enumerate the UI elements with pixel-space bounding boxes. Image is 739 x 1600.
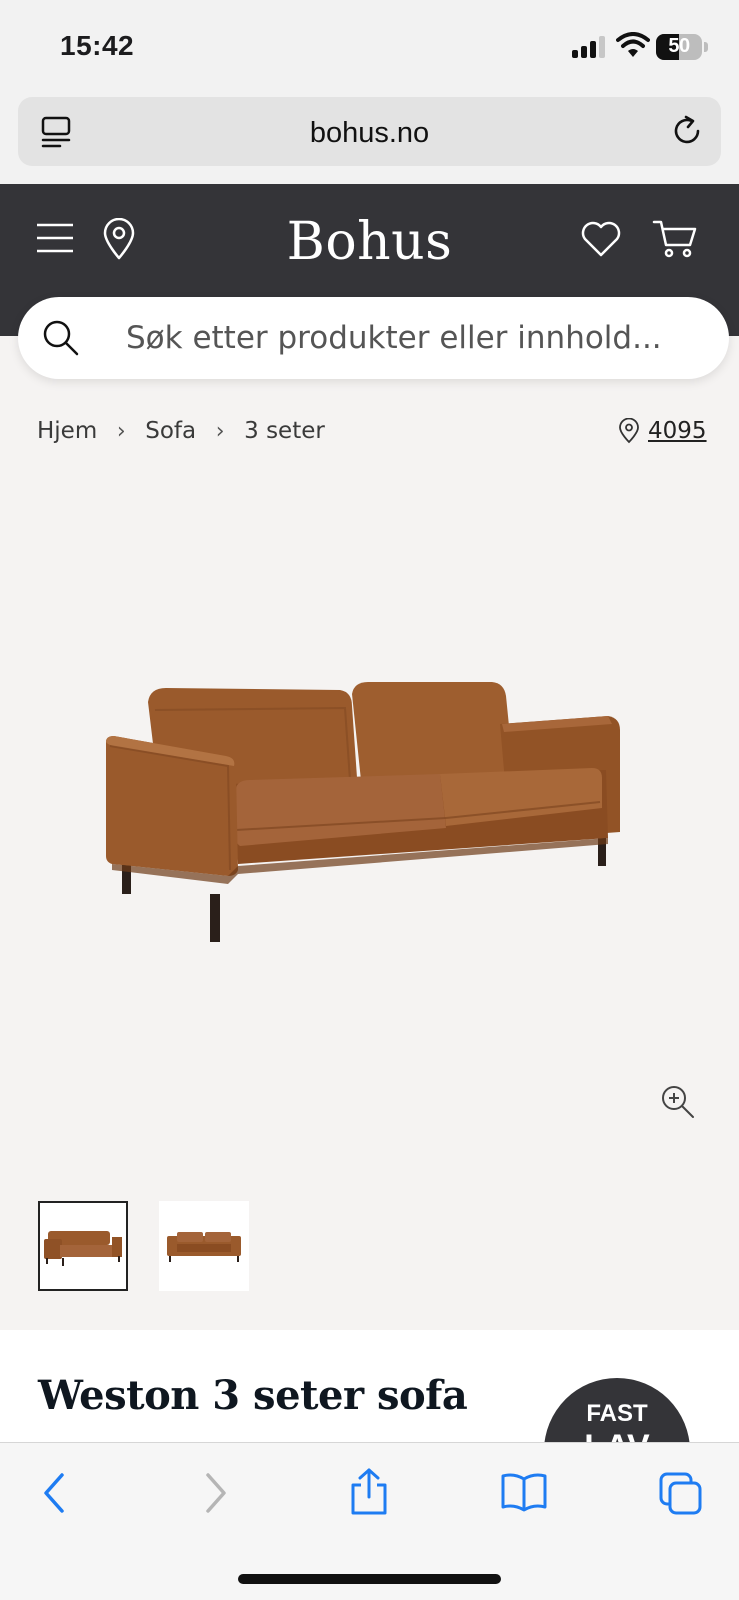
location-pin-icon xyxy=(619,418,639,444)
battery-percent: 50 xyxy=(668,35,690,57)
reload-icon[interactable] xyxy=(669,113,705,149)
status-time: 15:42 xyxy=(60,30,135,61)
cart-icon[interactable] xyxy=(652,218,698,260)
wifi-icon xyxy=(616,32,650,57)
sofa-thumbnail-image xyxy=(44,1231,122,1266)
browser-url-area: bohus.no xyxy=(0,92,739,184)
address-bar[interactable]: bohus.no xyxy=(18,97,721,166)
status-bar: 15:42 50 xyxy=(0,0,739,92)
search-input[interactable] xyxy=(126,311,706,365)
chevron-right-icon: › xyxy=(116,418,126,444)
forward-icon[interactable] xyxy=(198,1471,232,1515)
product-title: Weston 3 seter sofa xyxy=(38,1372,468,1419)
back-icon[interactable] xyxy=(38,1471,72,1515)
thumbnail-1[interactable] xyxy=(38,1201,128,1291)
store-code[interactable]: 4095 xyxy=(648,418,707,444)
brand-logo[interactable]: Bohus xyxy=(0,212,739,272)
search-box[interactable] xyxy=(18,297,729,379)
breadcrumb-sofa[interactable]: Sofa xyxy=(145,418,196,444)
battery-indicator: 50 xyxy=(656,34,702,60)
store-selector[interactable]: 4095 xyxy=(618,418,707,444)
heart-icon[interactable] xyxy=(580,220,622,258)
breadcrumb: Hjem › Sofa › 3 seter xyxy=(37,418,325,444)
zoom-in-icon[interactable] xyxy=(660,1084,696,1120)
chevron-right-icon: › xyxy=(215,418,225,444)
tabs-icon[interactable] xyxy=(658,1471,704,1517)
badge-line-1: FAST xyxy=(586,1400,648,1427)
breadcrumb-home[interactable]: Hjem xyxy=(37,418,97,444)
product-info: Weston 3 seter sofa FAST LAV xyxy=(0,1330,739,1446)
cellular-signal-icon xyxy=(572,36,606,58)
fast-lav-pris-badge: FAST LAV xyxy=(544,1378,690,1446)
search-icon[interactable] xyxy=(42,319,80,357)
thumbnail-list xyxy=(38,1201,249,1291)
bookmarks-icon[interactable] xyxy=(500,1471,548,1513)
url-text[interactable]: bohus.no xyxy=(18,117,721,150)
thumbnail-2[interactable] xyxy=(159,1201,249,1291)
share-icon[interactable] xyxy=(348,1467,390,1517)
home-indicator xyxy=(238,1574,501,1584)
product-image[interactable] xyxy=(100,680,640,970)
breadcrumb-current: 3 seter xyxy=(244,418,325,444)
sofa-thumbnail-image xyxy=(167,1232,241,1262)
